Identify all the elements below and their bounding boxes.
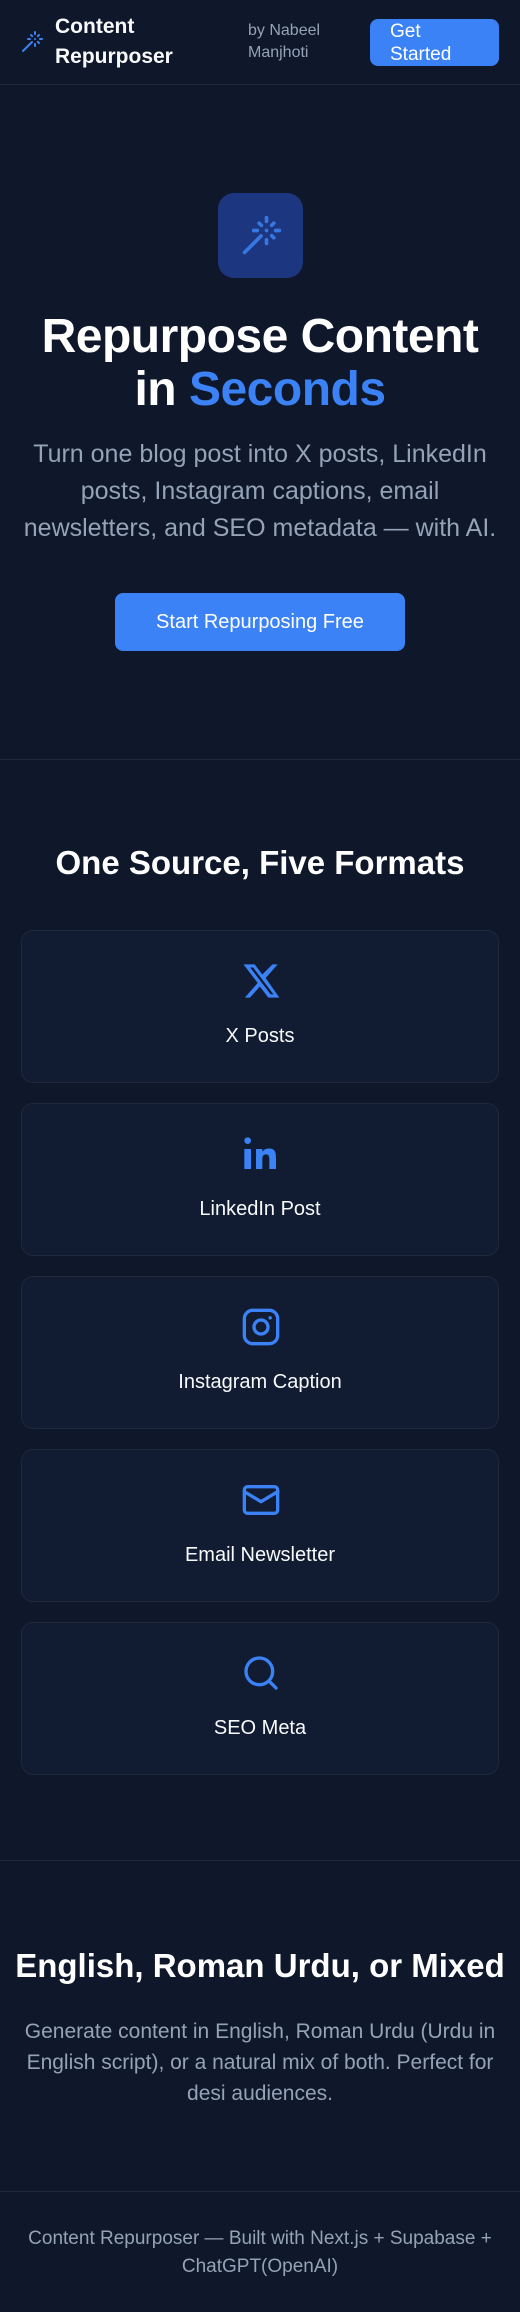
format-label: Email Newsletter: [184, 1544, 336, 1566]
start-repurposing-button[interactable]: Start Repurposing Free: [115, 593, 405, 651]
author-byline: by Nabeel Manjhoti: [248, 22, 321, 61]
hero-icon-container: [218, 193, 303, 278]
hero-title-line1: Repurpose Content: [41, 310, 479, 363]
format-card-x-posts: X Posts: [21, 930, 499, 1083]
hero-title-accent: Seconds: [188, 363, 386, 416]
hero-section: Repurpose Content in Seconds Turn one bl…: [0, 85, 520, 760]
format-label: Instagram Caption: [178, 1371, 342, 1393]
format-label: SEO Meta: [213, 1717, 307, 1739]
languages-description: Generate content in English, Roman Urdu …: [24, 2020, 496, 2105]
footer-text: Content Repurposer — Built with Next.js …: [28, 2228, 492, 2277]
languages-section: English, Roman Urdu, or Mixed Generate c…: [0, 1860, 520, 2192]
languages-heading: English, Roman Urdu, or Mixed: [15, 1947, 505, 1984]
hero-title: Repurpose Content in Seconds: [0, 310, 520, 416]
top-nav: Content Repurposer by Nabeel Manjhoti Ge…: [0, 0, 520, 85]
x-logo-icon: [243, 964, 280, 998]
mail-icon: [242, 1485, 280, 1515]
format-label: X Posts: [225, 1025, 295, 1047]
search-icon: [244, 1656, 278, 1690]
magic-wand-icon: [242, 215, 281, 254]
format-label: LinkedIn Post: [199, 1198, 321, 1220]
format-card-linkedin: LinkedIn Post: [21, 1103, 499, 1256]
formats-heading: One Source, Five Formats: [55, 844, 465, 881]
hero-subtitle: Turn one blog post into X posts, LinkedI…: [23, 440, 497, 542]
hero-title-in: in: [134, 363, 189, 416]
hero-title-line2: in Seconds: [0, 363, 520, 416]
app-name[interactable]: Content Repurposer: [55, 12, 195, 72]
format-card-email: Email Newsletter: [21, 1449, 499, 1602]
linkedin-icon: [244, 1137, 276, 1169]
get-started-button[interactable]: Get Started: [370, 19, 499, 66]
format-card-instagram: Instagram Caption: [21, 1276, 499, 1429]
magic-wand-icon: [22, 31, 43, 52]
format-card-seo: SEO Meta: [21, 1622, 499, 1775]
instagram-icon: [242, 1308, 280, 1346]
